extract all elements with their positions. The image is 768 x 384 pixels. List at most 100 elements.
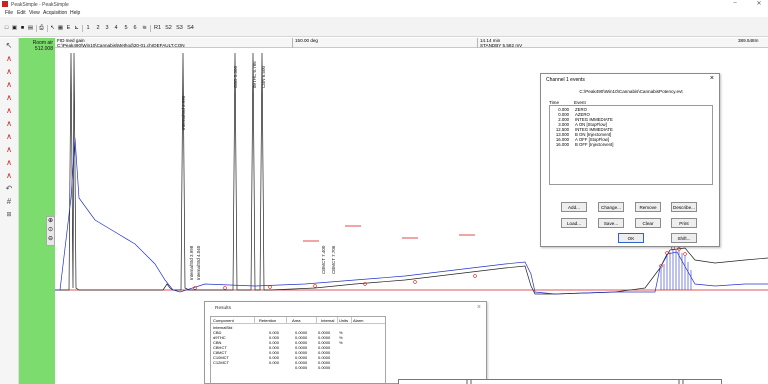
open-file-icon[interactable]: ▣ bbox=[11, 25, 18, 32]
table-cell: C12MCT bbox=[213, 360, 230, 365]
column-divider bbox=[351, 317, 352, 324]
close-button[interactable]: ✕ bbox=[752, 0, 766, 7]
s2-button[interactable]: S2 bbox=[164, 25, 173, 32]
close-icon[interactable]: × bbox=[477, 304, 481, 311]
window-title: PeakSimple - PeakSimple bbox=[11, 1, 69, 8]
chromatogram-icon[interactable]: ∧ bbox=[3, 106, 15, 116]
peak-bars bbox=[660, 250, 692, 290]
chromatogram-icon[interactable]: ∧ bbox=[3, 67, 15, 77]
peaksimple-logo-icon bbox=[2, 1, 8, 7]
peak-label: CBMCT 7.706 bbox=[331, 245, 336, 274]
change-button[interactable]: Change... bbox=[598, 202, 624, 212]
results-window: Results × Component Retention Area Inter… bbox=[204, 301, 487, 384]
menu-file[interactable]: File bbox=[5, 10, 13, 16]
close-icon[interactable]: × bbox=[710, 75, 714, 82]
zoom-toolbar: ⊕ ⊙ ⊖ bbox=[46, 216, 55, 246]
info-divider bbox=[292, 38, 293, 48]
chromatogram-icon[interactable]: ∧ bbox=[3, 145, 15, 155]
describe-button[interactable]: Describe... bbox=[671, 202, 697, 212]
channel-6-button[interactable]: 6 bbox=[132, 25, 138, 32]
right-value-readout: 389.548m bbox=[738, 38, 759, 43]
peak-label: CBD 5.306 bbox=[233, 65, 238, 88]
channel-3-button[interactable]: 3 bbox=[104, 25, 110, 32]
channel-4-button[interactable]: 4 bbox=[113, 25, 119, 32]
table-cell: 0.0000 bbox=[295, 365, 308, 370]
s3-button[interactable]: S3 bbox=[175, 25, 184, 32]
pointer-icon[interactable]: ↖ bbox=[3, 41, 15, 51]
channel-1-button[interactable]: 1 bbox=[85, 25, 91, 32]
new-file-icon[interactable]: □ bbox=[3, 25, 10, 32]
clear-button[interactable]: Clear bbox=[635, 218, 661, 228]
temperature-readout: 150.00 deg bbox=[295, 38, 318, 43]
menu-bar: File Edit View Acquisition Help bbox=[0, 9, 768, 17]
peak-label: CBMCT 7.400 bbox=[321, 245, 326, 274]
table-cell: 0.0000 bbox=[318, 365, 331, 370]
peak-markers bbox=[193, 246, 687, 290]
table-cell: % bbox=[339, 340, 343, 345]
chromatogram-icon[interactable]: ∧ bbox=[3, 80, 15, 90]
toolbar-divider bbox=[47, 25, 48, 32]
results-title: Results bbox=[215, 306, 231, 311]
channel-2-button[interactable]: 2 bbox=[95, 25, 101, 32]
edit-icon[interactable]: E bbox=[65, 25, 72, 32]
zoom-out-icon[interactable]: ⊖ bbox=[47, 235, 54, 244]
integration-marks bbox=[303, 225, 475, 242]
chromatogram-icon[interactable]: ∧ bbox=[3, 54, 15, 64]
ok-button[interactable]: OK bbox=[618, 233, 644, 243]
peak-label: d9THC 6.786 bbox=[252, 61, 257, 88]
chromatogram-icon[interactable]: ∧ bbox=[3, 119, 15, 129]
overlay-icon[interactable]: ≋ bbox=[141, 25, 148, 32]
shift-button[interactable]: Shift... bbox=[671, 233, 697, 243]
toolbar-divider bbox=[82, 25, 83, 32]
chromatogram-icon[interactable]: ∧ bbox=[3, 93, 15, 103]
s4-button[interactable]: S4 bbox=[186, 25, 195, 32]
peak-label: InternalStd 3.990 bbox=[181, 95, 186, 130]
chromatogram-icon[interactable]: ∧ bbox=[3, 171, 15, 181]
save-icon[interactable]: ■ bbox=[19, 25, 26, 32]
chromatogram-info-bar: FID med gain C:\Peak490\Win10\Cannabis\M… bbox=[55, 38, 768, 48]
dialog-title: Channel 1 events bbox=[546, 77, 585, 83]
lower-panel-lines bbox=[466, 380, 684, 384]
peak-label: InternalStd 4.040 bbox=[196, 245, 201, 280]
menu-acquisition[interactable]: Acquisition bbox=[43, 10, 67, 16]
lower-panel bbox=[398, 379, 722, 384]
results-table[interactable]: Component Retention Area Internal Units … bbox=[210, 316, 386, 383]
channel-5-button[interactable]: 5 bbox=[123, 25, 129, 32]
zoom-in-icon[interactable]: ⊕ bbox=[47, 217, 54, 226]
column-divider bbox=[316, 317, 317, 324]
info-divider bbox=[477, 38, 478, 48]
print-button[interactable]: Print bbox=[671, 218, 697, 228]
save-all-icon[interactable]: ▤ bbox=[27, 25, 34, 32]
minimize-button[interactable]: – bbox=[728, 0, 742, 6]
undo-icon[interactable]: ↶ bbox=[3, 184, 15, 194]
zoom-box-icon[interactable]: ▦ bbox=[57, 25, 64, 32]
toolbar-divider bbox=[36, 25, 37, 32]
table-cell: 0.000 bbox=[269, 360, 280, 365]
print-icon[interactable]: ⎙ bbox=[38, 25, 45, 32]
save-button[interactable]: Save... bbox=[598, 218, 624, 228]
add-button[interactable]: Add... bbox=[561, 202, 587, 212]
menu-edit[interactable]: Edit bbox=[17, 10, 26, 16]
grid-icon[interactable]: # bbox=[3, 197, 15, 207]
remove-button[interactable]: Remove bbox=[635, 202, 661, 212]
peak-label: InternalStd 3.998 bbox=[189, 245, 194, 280]
peak-label: CBN 6.500 bbox=[261, 65, 266, 88]
menu-help[interactable]: Help bbox=[70, 10, 80, 16]
chromatogram-icon[interactable]: ∧ bbox=[3, 158, 15, 168]
pointer-icon[interactable]: ↖ bbox=[49, 25, 56, 32]
toolbar-divider bbox=[150, 25, 151, 32]
integration-icon[interactable]: ⊾ bbox=[73, 25, 80, 32]
r1-button[interactable]: R1 bbox=[153, 25, 162, 32]
events-list[interactable]: 0.000 ZERO 0.000 AZERO 2.000 INTEG IMMEDIAT… bbox=[549, 105, 713, 185]
column-divider bbox=[286, 317, 287, 324]
column-divider bbox=[254, 317, 255, 324]
column-divider bbox=[337, 317, 338, 324]
title-bar: PeakSimple - PeakSimple – ✕ bbox=[0, 0, 768, 9]
chromatogram-icon[interactable]: ∧ bbox=[3, 132, 15, 142]
load-button[interactable]: Load... bbox=[561, 218, 587, 228]
left-toolbox: ↖ ∧ ∧ ∧ ∧ ∧ ∧ ∧ ∧ ∧ ∧ ↶ # ⊞ bbox=[0, 38, 19, 384]
tool-icon[interactable]: ⊞ bbox=[3, 210, 15, 220]
menu-view[interactable]: View bbox=[29, 10, 40, 16]
zoom-reset-icon[interactable]: ⊙ bbox=[47, 226, 54, 235]
channel-events-dialog: Channel 1 events × C:\Peak490\Win10\Cann… bbox=[540, 73, 720, 247]
